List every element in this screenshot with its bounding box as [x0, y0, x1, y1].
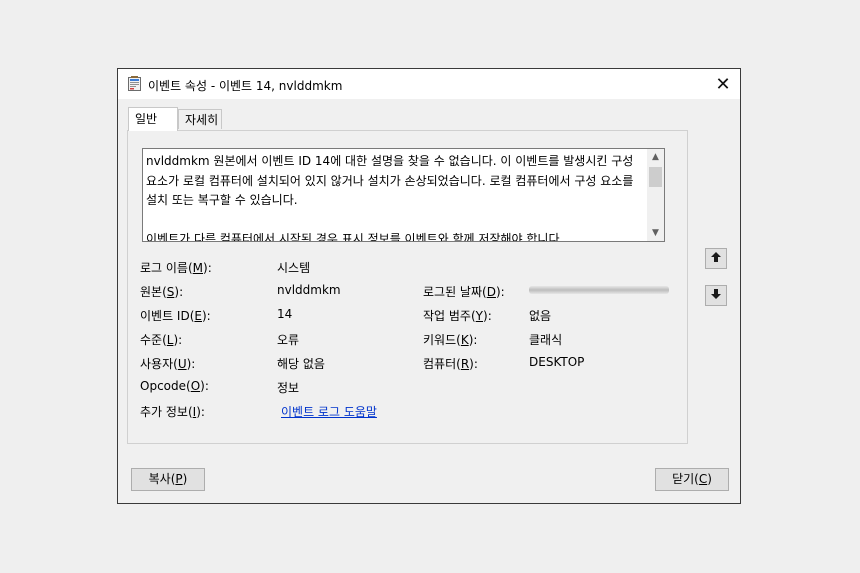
description-textbox[interactable]: nvlddmkm 원본에서 이벤트 ID 14에 대한 설명을 찾을 수 없습니… [142, 148, 665, 242]
tab-details[interactable]: 자세히 [178, 109, 222, 129]
event-id-label: 이벤트 ID(E): [140, 309, 211, 323]
logged-value-redacted [529, 286, 669, 294]
tab-details-label: 자세히 [185, 113, 219, 127]
description-paragraph: nvlddmkm 원본에서 이벤트 ID 14에 대한 설명을 찾을 수 없습니… [146, 154, 634, 207]
log-name-value: 시스템 [277, 261, 311, 275]
window-title: 이벤트 속성 - 이벤트 14, nvlddmkm [148, 79, 343, 93]
level-value: 오류 [277, 333, 300, 347]
up-arrow-icon [710, 251, 722, 266]
title-bar[interactable]: 이벤트 속성 - 이벤트 14, nvlddmkm ✕ [118, 69, 740, 99]
event-id-value: 14 [277, 307, 293, 321]
more-info-label: 추가 정보(I): [140, 405, 205, 419]
computer-label: 컴퓨터(R): [423, 357, 478, 371]
user-label: 사용자(U): [140, 357, 196, 371]
event-properties-window: 이벤트 속성 - 이벤트 14, nvlddmkm ✕ 일반 자세히 nvldd… [117, 68, 741, 504]
tab-general[interactable]: 일반 [128, 107, 178, 131]
keywords-value: 클래식 [529, 333, 563, 347]
opcode-value: 정보 [277, 381, 300, 395]
scroll-down-icon[interactable]: ▼ [647, 226, 664, 240]
description-scrollbar[interactable]: ▲ ▼ [647, 149, 664, 241]
task-category-label: 작업 범주(Y): [423, 309, 492, 323]
down-arrow-icon [710, 288, 722, 303]
scroll-thumb[interactable] [649, 167, 662, 187]
description-paragraph: 이벤트가 다른 컴퓨터에서 시작된 경우 표시 정보를 이벤트와 함께 저장해야… [146, 232, 564, 242]
event-log-help-link[interactable]: 이벤트 로그 도움말 [281, 403, 377, 420]
scroll-up-icon[interactable]: ▲ [647, 150, 664, 164]
close-window-button[interactable]: ✕ [706, 69, 740, 99]
next-event-button[interactable] [705, 285, 727, 306]
level-label: 수준(L): [140, 333, 183, 347]
event-properties-icon [128, 76, 141, 91]
previous-event-button[interactable] [705, 248, 727, 269]
opcode-label: Opcode(O): [140, 379, 209, 393]
description-text: nvlddmkm 원본에서 이벤트 ID 14에 대한 설명을 찾을 수 없습니… [146, 152, 646, 242]
general-panel: nvlddmkm 원본에서 이벤트 ID 14에 대한 설명을 찾을 수 없습니… [127, 130, 688, 444]
source-label: 원본(S): [140, 285, 184, 299]
keywords-label: 키워드(K): [423, 333, 478, 347]
computer-value: DESKTOP [529, 355, 585, 369]
user-value: 해당 없음 [277, 357, 325, 371]
logged-label: 로그된 날짜(D): [423, 285, 505, 299]
source-value: nvlddmkm [277, 283, 341, 297]
task-category-value: 없음 [529, 309, 552, 323]
log-name-label: 로그 이름(M): [140, 261, 212, 275]
close-button[interactable]: 닫기(C) [655, 468, 729, 491]
close-icon: ✕ [715, 73, 731, 95]
copy-button[interactable]: 복사(P) [131, 468, 205, 491]
tab-general-label: 일반 [135, 112, 158, 126]
